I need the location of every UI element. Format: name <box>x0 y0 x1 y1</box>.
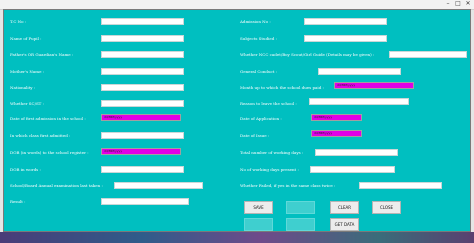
mother-name-input[interactable] <box>101 68 184 75</box>
tc-no-input[interactable] <box>101 18 184 25</box>
subjects-input[interactable] <box>304 35 387 42</box>
minimize-icon[interactable]: – <box>445 1 451 7</box>
label-dues-month: Month up to which the school dues paid : <box>240 85 324 90</box>
label-last-exam: School/Board Annual examination last tak… <box>10 183 103 188</box>
conduct-input[interactable] <box>318 68 401 75</box>
label-sc-st: Whether SC/ST : <box>10 101 44 106</box>
maximize-icon[interactable]: □ <box>455 1 461 7</box>
transfer-certificate-form: T.C No : Name of Pupil : Father's OR Gua… <box>3 9 471 232</box>
label-tc-no: T.C No : <box>10 19 27 24</box>
admission-no-input[interactable] <box>304 18 387 25</box>
days-present-input[interactable] <box>310 166 395 173</box>
leave-reason-input[interactable] <box>309 98 409 105</box>
first-admission-date-picker[interactable]: dd/MM/yyyy <box>101 114 181 121</box>
pupil-name-input[interactable] <box>101 35 184 42</box>
dues-month-date-picker[interactable]: dd/MM/yyyy <box>334 82 414 89</box>
get-data-button[interactable]: GET DATA <box>330 218 359 231</box>
save-button[interactable]: SAVE <box>244 201 273 214</box>
desktop-background-strip <box>0 232 474 243</box>
close-window-icon[interactable]: ✕ <box>465 1 471 7</box>
label-nationality: Nationality : <box>10 85 36 90</box>
label-issue-date: Date of Issue : <box>240 133 270 138</box>
disabled-button-1[interactable] <box>286 201 315 214</box>
dob-words-input[interactable] <box>101 166 184 173</box>
guardian-name-input[interactable] <box>101 51 184 58</box>
result-input[interactable] <box>101 198 189 205</box>
label-first-class: In which class first admitted : <box>10 133 71 138</box>
disabled-button-2[interactable] <box>244 218 273 231</box>
close-button[interactable]: CLOSE <box>372 201 401 214</box>
label-admission-no: Admission No : <box>240 19 271 24</box>
label-mother-name: Mother's Name : <box>10 69 45 74</box>
label-dob-words: DOB in words : <box>10 167 41 172</box>
last-exam-input[interactable] <box>114 182 203 189</box>
label-first-admission-date: Date of first admission in the school : <box>10 116 86 121</box>
application-date-picker[interactable]: dd/MM/yyyy <box>311 114 362 121</box>
label-application-date: Date of Application : <box>240 116 282 121</box>
label-ncc: Whether NCC cadet/Boy Scout/Girl Guide (… <box>240 52 375 57</box>
disabled-button-3[interactable] <box>286 218 315 231</box>
label-pupil-name: Name of Pupil : <box>10 36 42 41</box>
label-leave-reason: Reason to leave the school : <box>240 101 297 106</box>
label-conduct: General Conduct : <box>240 69 278 74</box>
label-result: Result : <box>10 199 26 204</box>
failed-input[interactable] <box>359 182 442 189</box>
issue-date-picker[interactable]: dd/MM/yyyy <box>311 130 362 137</box>
label-days-present: No of working days present : <box>240 167 299 172</box>
sc-st-input[interactable] <box>101 100 184 107</box>
label-subjects: Subjects Studied : <box>240 36 277 41</box>
dob-date-picker[interactable]: dd/MM/yyyy <box>101 148 181 155</box>
clear-button[interactable]: CLEAR <box>330 201 359 214</box>
first-class-input[interactable] <box>101 132 184 139</box>
ncc-input[interactable] <box>389 51 467 58</box>
working-days-input[interactable] <box>315 149 398 156</box>
label-guardian-name: Father's OR Guardian's Name : <box>10 52 74 57</box>
nationality-input[interactable] <box>101 84 184 91</box>
label-working-days: Total number of working days : <box>240 150 304 155</box>
label-dob-register: DOB (in words) to the school register : <box>10 150 89 155</box>
label-failed: Whether Failed, if yes in the same class… <box>240 183 336 188</box>
